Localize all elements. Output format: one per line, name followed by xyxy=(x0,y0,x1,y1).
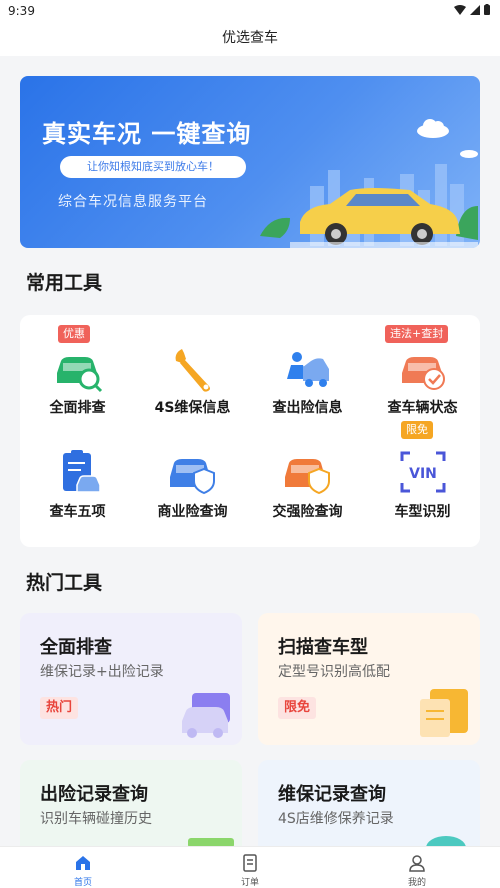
tool-label: 查车辆状态 xyxy=(387,400,458,416)
order-icon xyxy=(243,854,257,872)
home-icon xyxy=(76,856,90,870)
hot-tool-desc: 维保记录+出险记录 xyxy=(40,664,164,680)
tool-five-items[interactable]: 查车五项 xyxy=(20,429,135,529)
tool-label: 商业险查询 xyxy=(157,504,228,520)
hot-tool-desc: 4S店维修保养记录 xyxy=(278,811,394,827)
car-repair-icon xyxy=(287,352,329,387)
common-tools-card: 优惠 全面排查 4S维保信息 查出险信息 违法+查封 查车辆状态 查车五项 商业… xyxy=(20,315,480,547)
svg-text:VIN: VIN xyxy=(409,466,437,482)
hot-tools-heading: 热门工具 xyxy=(26,572,103,594)
document-deco-icon xyxy=(420,689,468,737)
tab-label: 我的 xyxy=(407,878,426,888)
tab-label: 订单 xyxy=(240,878,259,888)
hot-tool-title: 扫描查车型 xyxy=(278,637,368,658)
tool-accident-info[interactable]: 查出险信息 xyxy=(250,325,365,425)
cloud-icon xyxy=(417,119,449,138)
tool-badge: 限免 xyxy=(401,421,433,439)
hot-tool-title: 维保记录查询 xyxy=(278,784,386,805)
car-check-icon xyxy=(402,357,445,390)
car-insurance-icon xyxy=(285,459,330,495)
tool-label: 交强险查询 xyxy=(272,504,343,520)
app-title-bar: 优选查车 xyxy=(0,22,500,56)
tool-commercial-insurance[interactable]: 商业险查询 xyxy=(135,429,250,529)
car-search-icon xyxy=(57,357,103,393)
tool-full-check[interactable]: 优惠 全面排查 xyxy=(20,325,135,425)
tool-label: 查出险信息 xyxy=(272,400,343,416)
tool-compulsory-insurance[interactable]: 交强险查询 xyxy=(250,429,365,529)
tool-model-recognition[interactable]: 限免 VIN 车型识别 xyxy=(365,421,480,529)
tool-label: 全面排查 xyxy=(49,400,106,416)
clipboard-car-icon xyxy=(63,450,101,493)
tab-home[interactable]: 首页 xyxy=(0,847,166,888)
status-icons xyxy=(454,4,490,15)
banner-slogan: 让你知根知底买到放心车！ xyxy=(60,156,246,178)
bottom-tab-bar: 首页 订单 我的 xyxy=(0,846,500,888)
tab-profile[interactable]: 我的 xyxy=(334,847,500,888)
car-shield-icon xyxy=(170,459,215,495)
signal-icon xyxy=(470,4,480,15)
hot-tool-scan-model[interactable]: 扫描查车型 定型号识别高低配 限免 xyxy=(258,613,480,745)
common-tools-heading: 常用工具 xyxy=(26,272,103,294)
wifi-icon xyxy=(454,4,466,15)
hot-tool-desc: 识别车辆碰撞历史 xyxy=(40,811,152,827)
tab-orders[interactable]: 订单 xyxy=(167,847,333,888)
tab-label: 首页 xyxy=(73,878,92,888)
status-time: 9:39 xyxy=(8,4,35,18)
promo-banner[interactable]: 真实车况 一键查询 让你知根知底买到放心车！ 综合车况信息服务平台 xyxy=(20,76,480,248)
car-illustration xyxy=(260,188,478,248)
car-deco-icon xyxy=(182,693,230,738)
hot-tool-full-check[interactable]: 全面排查 维保记录+出险记录 热门 xyxy=(20,613,242,745)
tool-badge: 优惠 xyxy=(58,325,90,343)
hot-tool-title: 出险记录查询 xyxy=(40,784,148,805)
banner-subtitle: 综合车况信息服务平台 xyxy=(58,194,208,210)
battery-icon xyxy=(484,4,490,15)
profile-icon xyxy=(409,855,425,872)
tool-badge: 违法+查封 xyxy=(385,325,449,343)
tool-vehicle-status[interactable]: 违法+查封 查车辆状态 xyxy=(365,325,480,425)
tool-label: 4S维保信息 xyxy=(154,400,231,416)
hot-tool-badge: 限免 xyxy=(278,697,317,719)
hot-tool-badge: 热门 xyxy=(40,697,79,719)
banner-title: 真实车况 一键查询 xyxy=(42,120,252,148)
wrench-icon xyxy=(175,349,210,392)
tool-4s-maintenance[interactable]: 4S维保信息 xyxy=(135,325,250,425)
tool-label: 查车五项 xyxy=(49,504,106,520)
hot-tool-desc: 定型号识别高低配 xyxy=(278,664,390,680)
hot-tool-title: 全面排查 xyxy=(40,637,112,658)
tool-label: 车型识别 xyxy=(394,504,451,520)
status-bar: 9:39 xyxy=(0,0,500,22)
vin-scan-icon: VIN xyxy=(400,451,446,493)
page-title: 优选查车 xyxy=(222,30,278,46)
cloud-icon xyxy=(460,150,478,158)
